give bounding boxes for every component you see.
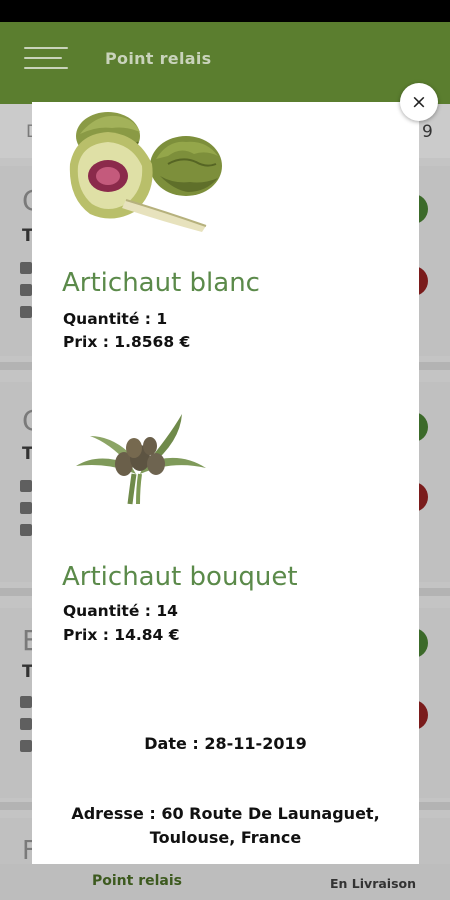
artichoke-halved-icon bbox=[69, 112, 222, 232]
list-header-right: 9 bbox=[422, 122, 433, 142]
close-icon: × bbox=[411, 90, 427, 113]
user-icon bbox=[20, 740, 32, 752]
bottom-nav: Point relais En Livraison bbox=[0, 864, 450, 900]
order-address: Adresse : 60 Route De Launaguet, Toulous… bbox=[42, 802, 409, 850]
basket-icon bbox=[20, 502, 32, 514]
menu-icon[interactable] bbox=[24, 47, 68, 71]
artichoke-bouquet-icon bbox=[76, 414, 206, 505]
product-price: Prix : 14.84 € bbox=[63, 626, 180, 644]
calendar-icon bbox=[20, 696, 32, 708]
product-quantity: Quantité : 14 bbox=[63, 602, 178, 620]
order-date: Date : 28-11-2019 bbox=[144, 734, 307, 753]
basket-icon bbox=[20, 718, 32, 730]
product-name: Artichaut bouquet bbox=[62, 562, 298, 592]
app-bar: Point relais bbox=[0, 22, 450, 104]
user-icon bbox=[20, 524, 32, 536]
basket-icon bbox=[20, 284, 32, 296]
status-bar bbox=[0, 0, 450, 22]
product-quantity: Quantité : 1 bbox=[63, 310, 168, 328]
address-line-2: Toulouse, France bbox=[149, 828, 302, 847]
product-name: Artichaut blanc bbox=[62, 268, 260, 298]
order-details-modal: Artichaut blanc Quantité : 1 Prix : 1.85… bbox=[32, 102, 419, 864]
calendar-icon bbox=[20, 262, 32, 274]
product-price: Prix : 1.8568 € bbox=[63, 333, 191, 351]
address-line-1: Adresse : 60 Route De Launaguet, bbox=[71, 804, 380, 823]
user-icon bbox=[20, 306, 32, 318]
tab-en-livraison[interactable]: En Livraison bbox=[330, 876, 416, 891]
calendar-icon bbox=[20, 480, 32, 492]
tab-point-relais[interactable]: Point relais bbox=[92, 873, 182, 889]
close-button[interactable]: × bbox=[400, 83, 438, 121]
app-title: Point relais bbox=[105, 49, 212, 68]
